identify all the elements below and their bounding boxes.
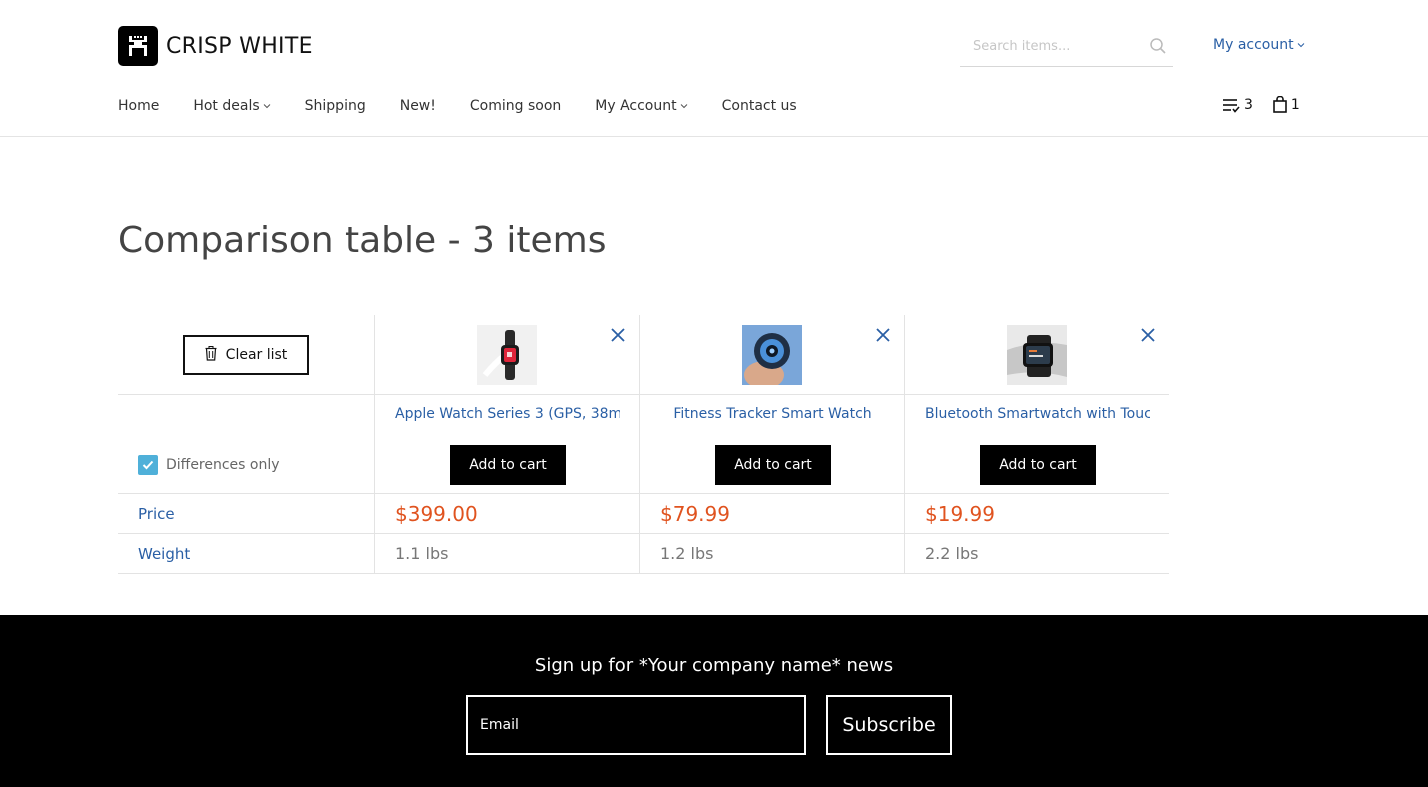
header-icons: 3 1: [1222, 96, 1300, 113]
product-image[interactable]: [477, 325, 537, 385]
table-row-price: Price $399.00 $79.99 $19.99: [118, 494, 1169, 534]
table-cell: 2.2 lbs: [904, 534, 1169, 573]
cart-count: 1: [1290, 96, 1300, 113]
nav-label: Hot deals: [193, 98, 260, 114]
logo[interactable]: CRISP WHITE: [118, 26, 313, 66]
table-cell: $399.00: [374, 494, 639, 533]
compare-count: 3: [1244, 96, 1253, 113]
subscribe-button[interactable]: Subscribe: [826, 695, 952, 755]
trash-icon: [205, 345, 217, 361]
nav-label: My Account: [595, 98, 677, 114]
compare-list-icon: [1223, 98, 1240, 113]
clear-list-label: Clear list: [225, 347, 288, 363]
main-nav: Home Hot deals Shipping New! Coming soon…: [118, 96, 831, 116]
search-box: [960, 26, 1173, 67]
nav-item-shipping[interactable]: Shipping: [305, 98, 366, 114]
newsletter-footer: Sign up for *Your company name* news Sub…: [0, 615, 1428, 787]
brand-name: CRISP WHITE: [166, 33, 313, 59]
add-to-cart-button[interactable]: Add to cart: [980, 445, 1096, 485]
compare-link[interactable]: 3: [1222, 97, 1253, 113]
nav-label: Shipping: [304, 98, 366, 114]
nav-item-coming-soon[interactable]: Coming soon: [470, 98, 561, 114]
differences-only-label: Differences only: [166, 457, 280, 473]
close-icon[interactable]: [874, 326, 892, 344]
table-cell: Price: [118, 494, 374, 533]
add-to-cart-button[interactable]: Add to cart: [450, 445, 566, 485]
email-field[interactable]: [466, 695, 806, 755]
table-row-names: Differences only Apple Watch Series 3 (G…: [118, 395, 1169, 494]
nav-item-contact-us[interactable]: Contact us: [722, 98, 797, 114]
product-image[interactable]: [1007, 325, 1067, 385]
logo-icon: [118, 26, 158, 66]
product-weight: 2.2 lbs: [925, 544, 979, 563]
close-icon[interactable]: [1139, 326, 1157, 344]
product-price: $79.99: [660, 502, 730, 526]
account-menu[interactable]: My account: [1213, 37, 1305, 53]
table-cell: [904, 315, 1169, 394]
chevron-down-icon: [263, 104, 270, 109]
page-title: Comparison table - 3 items: [118, 220, 607, 261]
nav-item-home[interactable]: Home: [118, 98, 159, 114]
cart-link[interactable]: 1: [1273, 96, 1300, 113]
table-cell: 1.1 lbs: [374, 534, 639, 573]
table-cell: Bluetooth Smartwatch with Touch Add to c…: [904, 395, 1169, 493]
product-price: $399.00: [395, 502, 478, 526]
table-cell: Fitness Tracker Smart Watch Add to cart: [639, 395, 904, 493]
nav-label: Contact us: [721, 98, 797, 114]
newsletter-title: Sign up for *Your company name* news: [534, 655, 894, 676]
table-cell: Clear list: [118, 315, 374, 394]
close-icon[interactable]: [609, 326, 627, 344]
product-image[interactable]: [742, 325, 802, 385]
product-price: $19.99: [925, 502, 995, 526]
site-header: CRISP WHITE My account Home Hot deals Sh…: [0, 0, 1428, 137]
product-weight: 1.2 lbs: [660, 544, 714, 563]
nav-item-my-account[interactable]: My Account: [595, 98, 687, 114]
search-icon[interactable]: [1149, 37, 1167, 55]
comparison-table: Clear list Differences only Apple Watch …: [118, 315, 1169, 574]
table-row-images: Clear list: [118, 315, 1169, 395]
weight-label: Weight: [138, 545, 191, 563]
differences-only-toggle[interactable]: Differences only: [138, 455, 280, 475]
nav-label: Coming soon: [469, 98, 562, 114]
product-name-link[interactable]: Fitness Tracker Smart Watch: [660, 406, 885, 422]
shopping-bag-icon: [1273, 96, 1287, 113]
chevron-down-icon: [1297, 43, 1304, 48]
table-cell: [639, 315, 904, 394]
table-cell: Differences only: [118, 395, 374, 493]
table-cell: $19.99: [904, 494, 1169, 533]
table-cell: Weight: [118, 534, 374, 573]
nav-item-hot-deals[interactable]: Hot deals: [193, 98, 270, 114]
product-name-link[interactable]: Apple Watch Series 3 (GPS, 38mm: [395, 406, 620, 422]
clear-list-button[interactable]: Clear list: [183, 335, 309, 375]
search-input[interactable]: [960, 26, 1135, 66]
table-cell: 1.2 lbs: [639, 534, 904, 573]
differences-only-checkbox[interactable]: [138, 455, 158, 475]
table-cell: $79.99: [639, 494, 904, 533]
product-name-link[interactable]: Bluetooth Smartwatch with Touch: [925, 406, 1150, 422]
account-menu-label: My account: [1213, 37, 1294, 53]
chevron-down-icon: [680, 104, 687, 109]
table-cell: [374, 315, 639, 394]
nav-label: New!: [399, 98, 436, 114]
table-row-weight: Weight 1.1 lbs 1.2 lbs 2.2 lbs: [118, 534, 1169, 574]
table-cell: Apple Watch Series 3 (GPS, 38mm Add to c…: [374, 395, 639, 493]
checkmark-icon: [142, 460, 154, 470]
nav-item-new[interactable]: New!: [400, 98, 436, 114]
nav-label: Home: [118, 98, 160, 114]
add-to-cart-button[interactable]: Add to cart: [715, 445, 831, 485]
price-label: Price: [138, 505, 175, 523]
product-weight: 1.1 lbs: [395, 544, 449, 563]
